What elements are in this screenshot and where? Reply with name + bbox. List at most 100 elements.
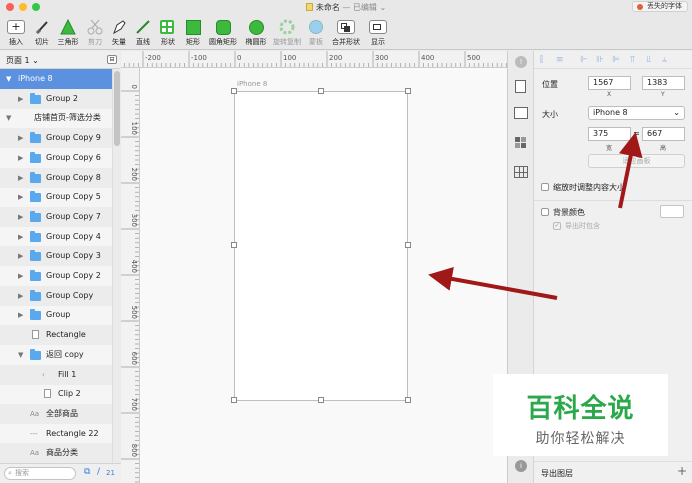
lock-ratio-toggle[interactable]: ≈ <box>631 129 642 138</box>
resize-handle-bottom-center[interactable] <box>318 397 324 403</box>
resize-handle-bottom-right[interactable] <box>405 397 411 403</box>
layer-row[interactable]: Clip 2 <box>0 384 112 404</box>
layer-filter-icon[interactable]: ⧉ <box>84 467 90 477</box>
layer-row[interactable]: Aa 商品分类 <box>0 443 112 463</box>
fit-artboard-button[interactable]: 适应画板 <box>588 154 685 168</box>
horizontal-ruler[interactable]: -200 -100 0 100 200 300 400 500 <box>121 51 507 68</box>
shape-button[interactable]: 形状 <box>155 17 181 47</box>
grid-icon[interactable] <box>514 166 528 178</box>
align-middle-icon[interactable]: ⊪ <box>596 55 604 65</box>
disclosure-arrow-icon[interactable]: ▶ <box>18 266 23 286</box>
layer-row[interactable]: ▶ Group Copy 2 <box>0 266 112 286</box>
disclosure-arrow-icon[interactable]: ▼ <box>6 108 11 128</box>
layer-row[interactable]: ▶ Group Copy 3 <box>0 246 112 267</box>
x-field[interactable]: 1567 <box>588 76 631 90</box>
layer-row[interactable]: ▶ Group <box>0 305 112 325</box>
plus-icon: + <box>4 17 28 37</box>
alignment-toolbar: ⫿ ≡ ⊩ ⊪ ⊫ ⫪ ⫫ ⫨ <box>534 51 692 69</box>
view-button[interactable]: 显示 <box>365 17 391 47</box>
layer-row[interactable]: ▶ Group Copy 6 <box>0 148 112 168</box>
disclosure-arrow-icon[interactable]: ▶ <box>18 305 23 325</box>
resize-content-checkbox[interactable] <box>541 183 549 191</box>
layer-search-input[interactable]: ⌕ 搜索 <box>4 467 76 480</box>
lost-fonts-button[interactable]: 丢失的字体 <box>632 1 688 12</box>
rounded-rectangle-button[interactable]: 圆角矩形 <box>205 17 241 47</box>
include-in-export-checkbox[interactable]: ✓ <box>553 222 561 230</box>
align-bottom-icon[interactable]: ⫨ <box>662 55 667 65</box>
layer-row[interactable]: ▶ Group Copy 9 <box>0 128 112 149</box>
add-export-button[interactable]: + <box>677 464 687 478</box>
triangle-button[interactable]: 三角形 <box>54 17 82 47</box>
align-center-icon[interactable]: ⊩ <box>580 55 588 65</box>
vertical-ruler[interactable]: 0 100 200 300 400 500 600 700 800 <box>121 68 140 483</box>
edit-icon[interactable]: / <box>97 467 100 477</box>
mask-button[interactable]: 蒙板 <box>303 17 329 47</box>
layer-row[interactable]: ▶ Group Copy 7 <box>0 206 112 227</box>
export-icon[interactable] <box>515 80 526 93</box>
page-selector[interactable]: 页面 1 ⌄ <box>6 55 39 66</box>
layer-row[interactable]: ▼ iPhone 8 <box>0 69 112 89</box>
disclosure-arrow-icon[interactable]: ▶ <box>18 148 23 168</box>
ruler-label: 0 <box>130 85 138 89</box>
add-page-icon[interactable]: ⊟ <box>107 55 117 64</box>
layer-row[interactable]: ‹ Fill 1 <box>0 364 112 385</box>
insert-button[interactable]: + 插入 <box>4 17 28 47</box>
disclosure-arrow-icon[interactable]: ▼ <box>6 69 11 89</box>
layer-row[interactable]: ▶ Group Copy 4 <box>0 227 112 247</box>
slice-button[interactable]: 切片 <box>30 17 54 47</box>
line-button[interactable]: 直线 <box>131 17 155 47</box>
title-bar: 未命名 — 已编辑 ⌄ 丢失的字体 <box>0 0 692 14</box>
scissors-button[interactable]: 剪刀 <box>83 17 107 47</box>
y-field[interactable]: 1383 <box>642 76 685 90</box>
device-preset-value: iPhone 8 <box>593 108 628 117</box>
disclosure-arrow-icon[interactable]: ▶ <box>18 227 23 247</box>
layer-row[interactable]: ▶ Group 2 <box>0 88 112 109</box>
layer-list-scrollbar[interactable] <box>112 69 121 463</box>
disclosure-arrow-icon[interactable]: ▼ <box>18 345 23 365</box>
disclosure-arrow-icon[interactable]: ▶ <box>18 89 23 109</box>
resize-handle-middle-right[interactable] <box>405 242 411 248</box>
help-icon[interactable]: ! <box>515 56 527 68</box>
rotate-copy-button[interactable]: 旋转复制 <box>271 17 303 47</box>
document-title: 未命名 <box>315 3 340 12</box>
resize-handle-top-center[interactable] <box>318 88 324 94</box>
disclosure-arrow-icon[interactable]: ▶ <box>18 128 23 148</box>
align-right-icon[interactable]: ⊫ <box>612 55 620 65</box>
layer-row[interactable]: ▶ Group Copy 5 <box>0 187 112 207</box>
disclosure-arrow-icon[interactable]: ▶ <box>18 207 23 227</box>
align-top-icon[interactable]: ⫪ <box>630 55 635 65</box>
align-vcenter-icon[interactable]: ⫫ <box>646 55 651 65</box>
background-color-swatch[interactable] <box>660 205 684 218</box>
layer-row[interactable]: --- Rectangle 22 <box>0 424 112 444</box>
device-preset-select[interactable]: iPhone 8 ⌄ <box>588 106 685 120</box>
layer-row[interactable]: ▼ 返回 copy <box>0 345 112 365</box>
resize-handle-top-left[interactable] <box>231 88 237 94</box>
artboard-label[interactable]: iPhone 8 <box>237 80 267 88</box>
artboard[interactable] <box>234 91 408 401</box>
info-icon[interactable]: i <box>515 460 527 472</box>
resize-handle-top-right[interactable] <box>405 88 411 94</box>
disclosure-arrow-icon[interactable]: ▶ <box>18 168 23 188</box>
layer-search-bar: ⌕ 搜索 ⧉ / 21 <box>0 463 121 483</box>
layer-row[interactable]: Aa 全部商品 <box>0 403 112 424</box>
background-color-checkbox[interactable] <box>541 208 549 216</box>
align-left-icon[interactable]: ⫿ <box>540 55 543 65</box>
rectangle-button[interactable]: 矩形 <box>181 17 205 47</box>
disclosure-arrow-icon[interactable]: ▶ <box>18 286 23 306</box>
disclosure-arrow-icon[interactable]: ▶ <box>18 246 23 266</box>
width-field[interactable]: 375 <box>588 127 631 141</box>
height-field[interactable]: 667 <box>642 127 685 141</box>
vector-button[interactable]: 矢量 <box>107 17 131 47</box>
layer-row[interactable]: Rectangle <box>0 325 112 346</box>
symbols-icon[interactable] <box>515 137 527 149</box>
document-panel-icon[interactable] <box>514 107 528 119</box>
layer-row[interactable]: ▶ Group Copy <box>0 285 112 306</box>
resize-handle-middle-left[interactable] <box>231 242 237 248</box>
layer-row[interactable]: ▼ 店铺首页-筛选分类 <box>0 108 112 128</box>
layer-row[interactable]: ▶ Group Copy 8 <box>0 167 112 188</box>
disclosure-arrow-icon[interactable]: ▶ <box>18 187 23 207</box>
combine-shapes-button[interactable]: 合并形状 <box>329 17 363 47</box>
oval-button[interactable]: 椭圆形 <box>241 17 271 47</box>
distribute-icon[interactable]: ≡ <box>556 55 564 65</box>
resize-handle-bottom-left[interactable] <box>231 397 237 403</box>
